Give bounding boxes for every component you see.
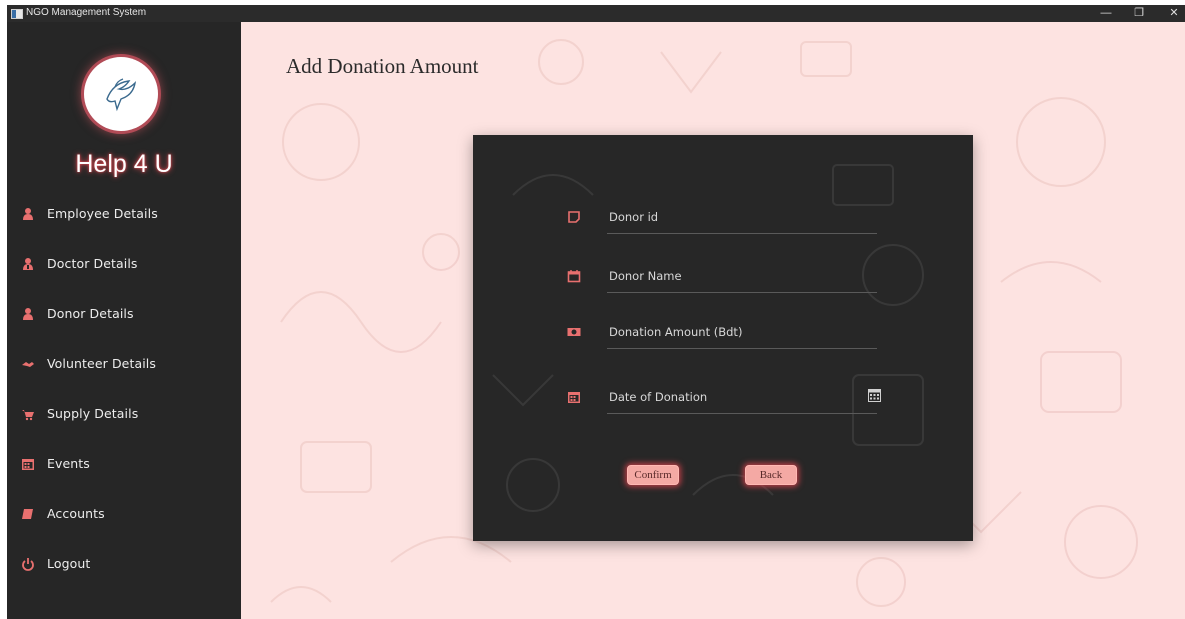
maximize-icon[interactable]: ❐ bbox=[1128, 5, 1150, 22]
sidebar: Help 4 U Employee Details Doctor Details… bbox=[7, 22, 241, 619]
donor-id-placeholder: Donor id bbox=[609, 210, 659, 224]
donor-name-field[interactable]: Donor Name bbox=[567, 264, 877, 293]
date-picker-icon[interactable] bbox=[868, 389, 881, 402]
app-window: NGO Management System — ❐ ✕ Help 4 U Emp… bbox=[7, 5, 1185, 619]
sidebar-item-label: Events bbox=[47, 456, 90, 471]
confirm-button[interactable]: Confirm bbox=[627, 465, 679, 485]
user-icon bbox=[23, 208, 33, 220]
minimize-icon[interactable]: — bbox=[1095, 5, 1117, 22]
sidebar-item-doctor[interactable]: Doctor Details bbox=[7, 246, 241, 282]
donation-amount-placeholder: Donation Amount (Bdt) bbox=[609, 325, 743, 339]
note-icon bbox=[568, 211, 580, 223]
sidebar-item-label: Doctor Details bbox=[47, 256, 138, 271]
sidebar-item-label: Supply Details bbox=[47, 406, 139, 421]
sidebar-item-label: Donor Details bbox=[47, 306, 134, 321]
calendar-icon bbox=[567, 270, 581, 283]
donation-form-card: Donor id Donor Name Donation Amount (Bdt… bbox=[473, 135, 973, 541]
handshake-icon bbox=[22, 362, 34, 367]
sidebar-item-volunteer[interactable]: Volunteer Details bbox=[7, 346, 241, 382]
window-title: NGO Management System bbox=[26, 7, 147, 18]
sidebar-item-supply[interactable]: Supply Details bbox=[7, 396, 241, 432]
money-icon bbox=[567, 328, 581, 336]
donor-id-field[interactable]: Donor id bbox=[568, 205, 877, 234]
sidebar-item-label: Volunteer Details bbox=[47, 356, 156, 371]
calendar-icon bbox=[568, 392, 580, 403]
donation-date-placeholder: Date of Donation bbox=[609, 390, 708, 404]
title-bar: NGO Management System — ❐ ✕ bbox=[7, 5, 1185, 22]
brand-title: Help 4 U bbox=[75, 150, 173, 178]
sidebar-item-employee[interactable]: Employee Details bbox=[7, 196, 241, 232]
user-icon bbox=[23, 308, 33, 320]
donor-name-placeholder: Donor Name bbox=[609, 269, 682, 283]
donation-amount-field[interactable]: Donation Amount (Bdt) bbox=[567, 320, 877, 349]
power-icon bbox=[22, 558, 34, 571]
calendar-icon bbox=[22, 459, 34, 470]
sidebar-item-label: Employee Details bbox=[47, 206, 158, 221]
sidebar-item-accounts[interactable]: Accounts bbox=[7, 496, 241, 532]
back-button[interactable]: Back bbox=[745, 465, 797, 485]
sidebar-item-label: Accounts bbox=[47, 506, 105, 521]
sidebar-item-events[interactable]: Events bbox=[7, 446, 241, 482]
book-icon bbox=[22, 509, 33, 519]
cart-icon bbox=[22, 410, 34, 421]
close-icon[interactable]: ✕ bbox=[1163, 5, 1185, 22]
page-title: Add Donation Amount bbox=[286, 54, 479, 78]
sidebar-item-donor[interactable]: Donor Details bbox=[7, 296, 241, 332]
logo bbox=[84, 57, 158, 131]
sidebar-item-label: Logout bbox=[47, 556, 91, 571]
sidebar-item-logout[interactable]: Logout bbox=[7, 546, 241, 582]
doctor-icon bbox=[23, 258, 33, 270]
app-icon bbox=[11, 9, 23, 19]
dove-icon bbox=[106, 78, 137, 112]
donation-date-field[interactable]: Date of Donation bbox=[568, 385, 881, 414]
